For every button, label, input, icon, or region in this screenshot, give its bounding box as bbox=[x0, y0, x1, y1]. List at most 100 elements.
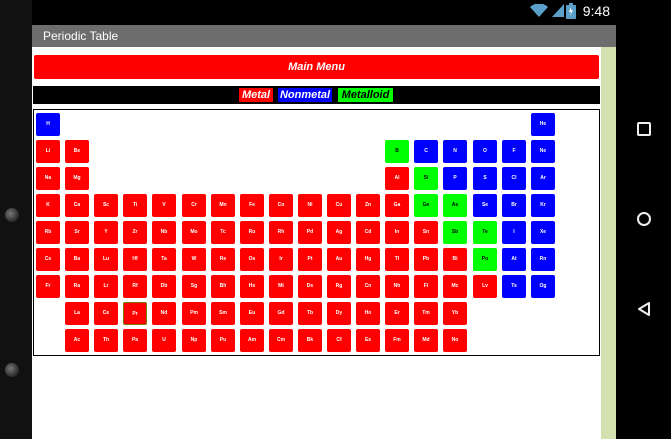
element-hs-button[interactable]: Hs bbox=[240, 275, 264, 298]
element-ho-button[interactable]: Ho bbox=[356, 302, 380, 325]
element-tb-button[interactable]: Tb bbox=[298, 302, 322, 325]
element-bh-button[interactable]: Bh bbox=[211, 275, 235, 298]
element-lu-button[interactable]: Lu bbox=[94, 248, 118, 271]
scroll-strip[interactable] bbox=[601, 47, 616, 439]
element-au-button[interactable]: Au bbox=[327, 248, 351, 271]
element-ds-button[interactable]: Ds bbox=[298, 275, 322, 298]
element-pu-button[interactable]: Pu bbox=[211, 329, 235, 352]
element-c-button[interactable]: C bbox=[414, 140, 438, 163]
element-th-button[interactable]: Th bbox=[94, 329, 118, 352]
element-ra-button[interactable]: Ra bbox=[65, 275, 89, 298]
element-sg-button[interactable]: Sg bbox=[182, 275, 206, 298]
element-y-button[interactable]: Y bbox=[94, 221, 118, 244]
element-br-button[interactable]: Br bbox=[502, 194, 526, 217]
element-no-button[interactable]: No bbox=[443, 329, 467, 352]
element-na-button[interactable]: Na bbox=[36, 167, 60, 190]
element-u-button[interactable]: U bbox=[152, 329, 176, 352]
element-cr-button[interactable]: Cr bbox=[182, 194, 206, 217]
element-ba-button[interactable]: Ba bbox=[65, 248, 89, 271]
element-bk-button[interactable]: Bk bbox=[298, 329, 322, 352]
element-eu-button[interactable]: Eu bbox=[240, 302, 264, 325]
element-ta-button[interactable]: Ta bbox=[152, 248, 176, 271]
element-pd-button[interactable]: Pd bbox=[298, 221, 322, 244]
element-zn-button[interactable]: Zn bbox=[356, 194, 380, 217]
element-la-button[interactable]: La bbox=[65, 302, 89, 325]
element-np-button[interactable]: Np bbox=[182, 329, 206, 352]
element-nd-button[interactable]: Nd bbox=[152, 302, 176, 325]
element-ge-button[interactable]: Ge bbox=[414, 194, 438, 217]
element-sr-button[interactable]: Sr bbox=[65, 221, 89, 244]
element-og-button[interactable]: Og bbox=[531, 275, 555, 298]
element-gd-button[interactable]: Gd bbox=[269, 302, 293, 325]
element-db-button[interactable]: Db bbox=[152, 275, 176, 298]
element-ne-button[interactable]: Ne bbox=[531, 140, 555, 163]
element-zr-button[interactable]: Zr bbox=[123, 221, 147, 244]
element-ga-button[interactable]: Ga bbox=[385, 194, 409, 217]
element-cn-button[interactable]: Cn bbox=[356, 275, 380, 298]
element-po-button[interactable]: Po bbox=[473, 248, 497, 271]
element-mo-button[interactable]: Mo bbox=[182, 221, 206, 244]
element-i-button[interactable]: I bbox=[502, 221, 526, 244]
main-menu-button[interactable]: Main Menu bbox=[34, 55, 599, 79]
element-s-button[interactable]: S bbox=[473, 167, 497, 190]
element-pb-button[interactable]: Pb bbox=[414, 248, 438, 271]
element-cu-button[interactable]: Cu bbox=[327, 194, 351, 217]
element-sb-button[interactable]: Sb bbox=[443, 221, 467, 244]
element-xe-button[interactable]: Xe bbox=[531, 221, 555, 244]
element-cm-button[interactable]: Cm bbox=[269, 329, 293, 352]
element-ac-button[interactable]: Ac bbox=[65, 329, 89, 352]
element-tm-button[interactable]: Tm bbox=[414, 302, 438, 325]
element-pm-button[interactable]: Pm bbox=[182, 302, 206, 325]
element-ca-button[interactable]: Ca bbox=[65, 194, 89, 217]
element-v-button[interactable]: V bbox=[152, 194, 176, 217]
element-fe-button[interactable]: Fe bbox=[240, 194, 264, 217]
element-o-button[interactable]: O bbox=[473, 140, 497, 163]
element-n-button[interactable]: N bbox=[443, 140, 467, 163]
element-pa-button[interactable]: Pa bbox=[123, 329, 147, 352]
element-te-button[interactable]: Te bbox=[473, 221, 497, 244]
element-f-button[interactable]: F bbox=[502, 140, 526, 163]
element-as-button[interactable]: As bbox=[443, 194, 467, 217]
element-cf-button[interactable]: Cf bbox=[327, 329, 351, 352]
element-h-button[interactable]: H bbox=[36, 113, 60, 136]
element-er-button[interactable]: Er bbox=[385, 302, 409, 325]
element-p-button[interactable]: P bbox=[443, 167, 467, 190]
element-dy-button[interactable]: Dy bbox=[327, 302, 351, 325]
element-pr-button[interactable]: Pr bbox=[123, 302, 147, 325]
element-os-button[interactable]: Os bbox=[240, 248, 264, 271]
element-sc-button[interactable]: Sc bbox=[94, 194, 118, 217]
element-ar-button[interactable]: Ar bbox=[531, 167, 555, 190]
element-cl-button[interactable]: Cl bbox=[502, 167, 526, 190]
element-fl-button[interactable]: Fl bbox=[414, 275, 438, 298]
element-ag-button[interactable]: Ag bbox=[327, 221, 351, 244]
element-sm-button[interactable]: Sm bbox=[211, 302, 235, 325]
element-he-button[interactable]: He bbox=[531, 113, 555, 136]
element-be-button[interactable]: Be bbox=[65, 140, 89, 163]
element-cs-button[interactable]: Cs bbox=[36, 248, 60, 271]
element-ce-button[interactable]: Ce bbox=[94, 302, 118, 325]
element-b-button[interactable]: B bbox=[385, 140, 409, 163]
element-nb-button[interactable]: Nb bbox=[152, 221, 176, 244]
element-rf-button[interactable]: Rf bbox=[123, 275, 147, 298]
element-ts-button[interactable]: Ts bbox=[502, 275, 526, 298]
element-k-button[interactable]: K bbox=[36, 194, 60, 217]
element-lv-button[interactable]: Lv bbox=[473, 275, 497, 298]
element-yb-button[interactable]: Yb bbox=[443, 302, 467, 325]
square-icon[interactable] bbox=[636, 121, 652, 137]
element-fr-button[interactable]: Fr bbox=[36, 275, 60, 298]
element-li-button[interactable]: Li bbox=[36, 140, 60, 163]
element-sn-button[interactable]: Sn bbox=[414, 221, 438, 244]
element-rh-button[interactable]: Rh bbox=[269, 221, 293, 244]
element-es-button[interactable]: Es bbox=[356, 329, 380, 352]
element-mc-button[interactable]: Mc bbox=[443, 275, 467, 298]
triangle-back-icon[interactable] bbox=[636, 301, 652, 317]
element-am-button[interactable]: Am bbox=[240, 329, 264, 352]
element-bi-button[interactable]: Bi bbox=[443, 248, 467, 271]
element-in-button[interactable]: In bbox=[385, 221, 409, 244]
element-md-button[interactable]: Md bbox=[414, 329, 438, 352]
element-co-button[interactable]: Co bbox=[269, 194, 293, 217]
element-at-button[interactable]: At bbox=[502, 248, 526, 271]
element-w-button[interactable]: W bbox=[182, 248, 206, 271]
element-mg-button[interactable]: Mg bbox=[65, 167, 89, 190]
element-lr-button[interactable]: Lr bbox=[94, 275, 118, 298]
